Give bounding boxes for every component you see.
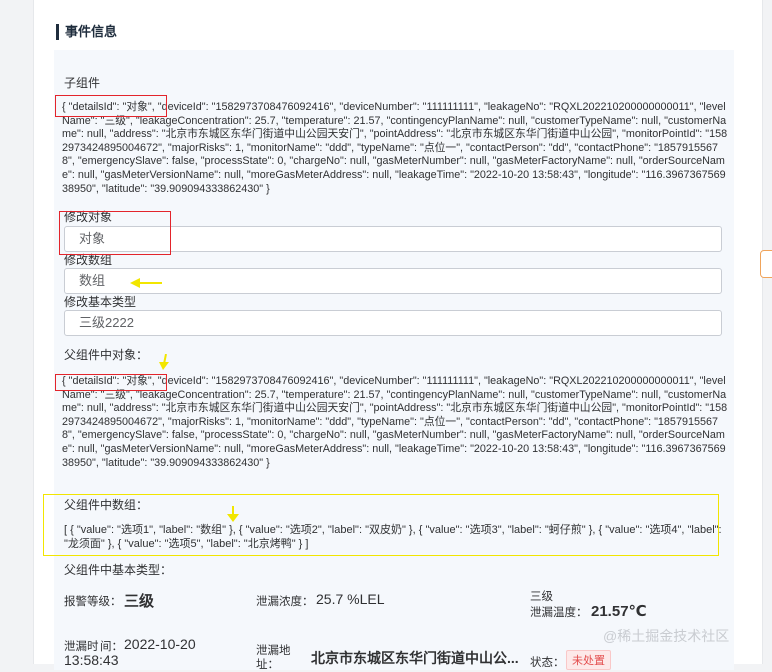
concentration-value: 25.7 %LEL	[316, 591, 385, 607]
leak-address-label-2: 址：	[256, 659, 279, 671]
content-panel: 子组件 { "detailsId": "对象", "deviceId": "15…	[54, 50, 734, 671]
annotation-red-box-parent	[55, 374, 167, 391]
parent-basic-label: 父组件中基本类型：	[64, 563, 173, 577]
annotation-arrow-down-icon	[159, 354, 169, 370]
leak-time-value-date: 2022-10-20	[124, 636, 196, 652]
temperature-label: 泄漏温度：	[530, 607, 588, 619]
temp-extra-line: 三级	[530, 591, 553, 603]
modify-basic-input[interactable]	[64, 310, 722, 336]
alarm-level-label: 报警等级：	[64, 596, 122, 608]
leak-address-value: 北京市东城区东华门街道中山公...	[311, 650, 519, 666]
child-component-label: 子组件	[64, 76, 101, 90]
concentration-label: 泄漏浓度：	[256, 596, 314, 608]
annotation-red-box-child	[55, 95, 167, 117]
side-float-icon[interactable]	[760, 250, 772, 278]
section-title: 事件信息	[56, 24, 117, 40]
annotation-red-box-modify	[59, 211, 171, 255]
event-info-card: 事件信息 子组件 { "detailsId": "对象", "deviceId"…	[33, 0, 763, 671]
annotation-yellow-box	[43, 494, 719, 556]
modify-array-label: 修改数组	[64, 253, 113, 267]
leak-time-value-clock: 13:58:43	[64, 652, 119, 668]
annotation-arrow-down-icon-2	[227, 506, 239, 522]
state-label: 状态：	[530, 657, 565, 669]
watermark: @稀土掘金技术社区	[603, 628, 730, 644]
temperature-value: 21.57℃	[591, 603, 647, 620]
annotation-arrow-left-icon	[130, 278, 162, 288]
alarm-level-value: 三级	[124, 593, 155, 610]
modify-basic-label: 修改基本类型	[64, 295, 137, 309]
status-badge: 未处置	[566, 650, 611, 670]
parent-object-label: 父组件中对象：	[64, 348, 149, 362]
